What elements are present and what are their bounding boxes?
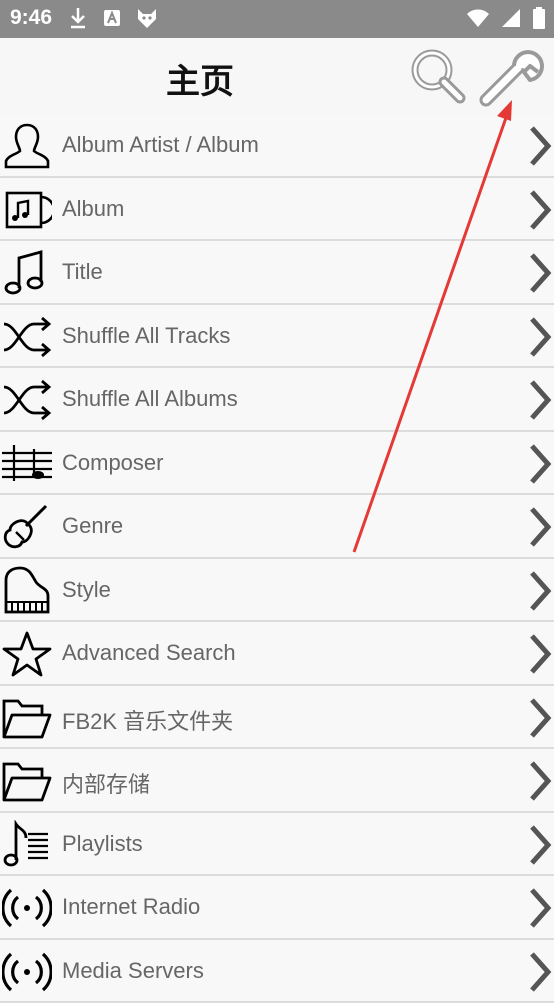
menu-label: FB2K 音乐文件夹 bbox=[62, 704, 233, 736]
download-icon bbox=[68, 6, 88, 30]
menu-item-internet-radio[interactable]: Internet Radio bbox=[0, 876, 554, 940]
chevron-right-icon bbox=[526, 634, 554, 674]
app-header: 主页 bbox=[0, 38, 554, 114]
chevron-right-icon bbox=[526, 253, 554, 293]
wifi-icon bbox=[466, 7, 490, 29]
folder-icon bbox=[2, 756, 52, 806]
piano-icon bbox=[2, 566, 52, 616]
violin-icon bbox=[2, 502, 52, 552]
menu-label: Shuffle All Albums bbox=[62, 386, 238, 412]
menu-item-media-servers[interactable]: Media Servers bbox=[0, 940, 554, 1003]
star-icon bbox=[2, 629, 52, 679]
fox-icon bbox=[136, 6, 158, 30]
font-a-icon bbox=[102, 6, 122, 30]
battery-icon bbox=[532, 6, 546, 30]
menu-label: Playlists bbox=[62, 831, 143, 857]
menu-item-style[interactable]: Style bbox=[0, 559, 554, 623]
chevron-right-icon bbox=[526, 126, 554, 166]
menu-label: Album Artist / Album bbox=[62, 132, 259, 158]
menu-item-album[interactable]: Album bbox=[0, 178, 554, 242]
menu-label: 内部存储 bbox=[62, 767, 150, 799]
menu-label: Advanced Search bbox=[62, 640, 236, 666]
wrench-icon bbox=[478, 44, 550, 108]
menu-label: Genre bbox=[62, 513, 123, 539]
shuffle-icon bbox=[2, 375, 52, 425]
menu-item-advanced-search[interactable]: Advanced Search bbox=[0, 622, 554, 686]
chevron-right-icon bbox=[526, 444, 554, 484]
menu-item-genre[interactable]: Genre bbox=[0, 495, 554, 559]
search-button[interactable] bbox=[406, 44, 470, 108]
chevron-right-icon bbox=[526, 380, 554, 420]
signal-icon bbox=[500, 7, 522, 29]
chevron-right-icon bbox=[526, 507, 554, 547]
chevron-right-icon bbox=[526, 698, 554, 738]
folder-icon bbox=[2, 693, 52, 743]
menu-label: Shuffle All Tracks bbox=[62, 323, 230, 349]
music-note-icon bbox=[2, 248, 52, 298]
menu-item-title[interactable]: Title bbox=[0, 241, 554, 305]
menu-label: Album bbox=[62, 196, 124, 222]
shuffle-icon bbox=[2, 312, 52, 362]
menu-item-composer[interactable]: Composer bbox=[0, 432, 554, 496]
search-icon bbox=[406, 44, 470, 108]
menu-label: Title bbox=[62, 259, 103, 285]
menu-label: Internet Radio bbox=[62, 894, 200, 920]
chevron-right-icon bbox=[526, 190, 554, 230]
menu-item-playlists[interactable]: Playlists bbox=[0, 813, 554, 877]
menu-label: Style bbox=[62, 577, 111, 603]
playlist-icon bbox=[2, 820, 52, 870]
menu-item-fb2k-folder[interactable]: FB2K 音乐文件夹 bbox=[0, 686, 554, 750]
menu-item-album-artist[interactable]: Album Artist / Album bbox=[0, 114, 554, 178]
menu-item-shuffle-albums[interactable]: Shuffle All Albums bbox=[0, 368, 554, 432]
menu-label: Media Servers bbox=[62, 958, 204, 984]
album-icon bbox=[2, 185, 52, 235]
chevron-right-icon bbox=[526, 317, 554, 357]
staff-icon bbox=[2, 439, 52, 489]
person-icon bbox=[2, 121, 52, 171]
menu-item-shuffle-tracks[interactable]: Shuffle All Tracks bbox=[0, 305, 554, 369]
status-time: 9:46 bbox=[10, 6, 52, 30]
settings-button[interactable] bbox=[478, 44, 542, 108]
chevron-right-icon bbox=[526, 888, 554, 928]
menu-item-internal-storage[interactable]: 内部存储 bbox=[0, 749, 554, 813]
menu-label: Composer bbox=[62, 450, 163, 476]
main-menu-list: Album Artist / Album Album Title Shuffle… bbox=[0, 114, 554, 1003]
radio-icon bbox=[2, 883, 52, 933]
chevron-right-icon bbox=[526, 571, 554, 611]
page-title: 主页 bbox=[0, 54, 400, 103]
chevron-right-icon bbox=[526, 761, 554, 801]
chevron-right-icon bbox=[526, 952, 554, 992]
radio-icon bbox=[2, 947, 52, 997]
chevron-right-icon bbox=[526, 825, 554, 865]
status-bar: 9:46 bbox=[0, 0, 554, 38]
